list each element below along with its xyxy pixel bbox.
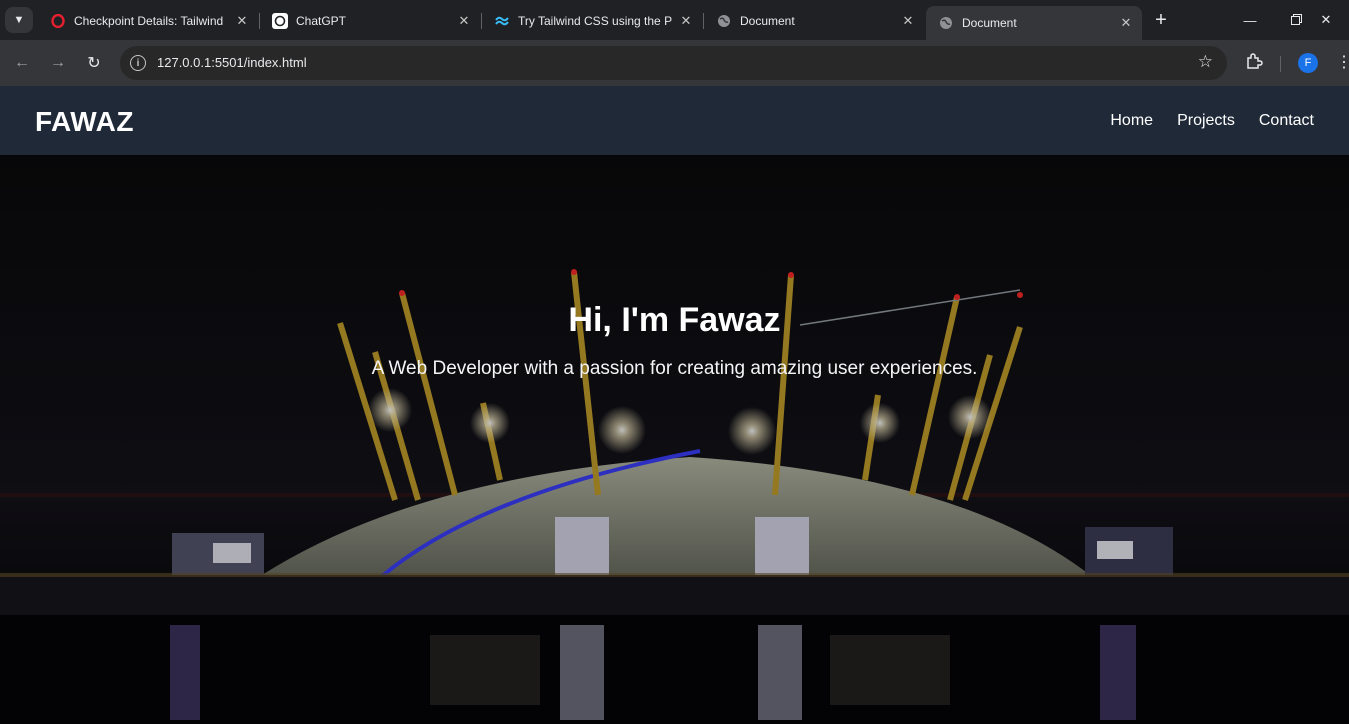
- hero-background-image: [0, 155, 1349, 724]
- tab-document-2[interactable]: Document ✕: [926, 6, 1142, 40]
- tab-tailwind[interactable]: Try Tailwind CSS using the Pl ✕: [482, 6, 702, 36]
- nav-link-projects[interactable]: Projects: [1177, 112, 1235, 130]
- star-icon[interactable]: ☆: [1198, 52, 1213, 72]
- site-navbar: FAWAZ Home Projects Contact: [0, 86, 1349, 155]
- plus-icon: +: [1155, 8, 1167, 31]
- chevron-down-icon: ▼: [13, 14, 25, 26]
- reload-icon: ↻: [87, 55, 101, 72]
- address-bar[interactable]: i 127.0.0.1:5501/index.html ☆: [120, 46, 1227, 80]
- minimize-icon: —: [1243, 12, 1257, 28]
- browser-toolbar: ← → ↻ i 127.0.0.1:5501/index.html ☆ F ⋮: [0, 40, 1349, 86]
- tab-title: Document: [740, 14, 795, 28]
- back-button[interactable]: ←: [10, 51, 34, 75]
- tab-title: Try Tailwind CSS using the Pl: [518, 14, 672, 28]
- globe-icon: [938, 15, 954, 31]
- forward-button[interactable]: →: [46, 51, 70, 75]
- hero-title: Hi, I'm Fawaz: [568, 301, 781, 339]
- url-text[interactable]: 127.0.0.1:5501/index.html: [157, 55, 307, 70]
- close-icon: ✕: [1320, 12, 1332, 27]
- profile-avatar[interactable]: F: [1298, 53, 1318, 73]
- puzzle-icon: [1245, 52, 1263, 75]
- tab-strip: ▼ Checkpoint Details: Tailwind ✕ ChatGPT…: [0, 0, 1349, 40]
- close-icon[interactable]: ✕: [900, 13, 916, 29]
- close-icon[interactable]: ✕: [678, 13, 694, 29]
- tab-title: Checkpoint Details: Tailwind: [74, 14, 224, 28]
- tab-title: Document: [962, 16, 1017, 30]
- chatgpt-icon: [272, 13, 288, 29]
- globe-icon: [716, 13, 732, 29]
- close-icon[interactable]: ✕: [1118, 15, 1134, 31]
- close-icon[interactable]: ✕: [456, 13, 472, 29]
- close-window-button[interactable]: ✕: [1303, 0, 1349, 40]
- opera-icon: [50, 13, 66, 29]
- toolbar-divider: [1280, 56, 1281, 72]
- tab-chatgpt[interactable]: ChatGPT ✕: [260, 6, 480, 36]
- nav-link-contact[interactable]: Contact: [1259, 112, 1314, 130]
- reload-button[interactable]: ↻: [82, 51, 106, 75]
- tab-checkpoint[interactable]: Checkpoint Details: Tailwind ✕: [38, 6, 258, 36]
- page-viewport: FAWAZ Home Projects Contact Hi, I'm Fawa…: [0, 86, 1349, 724]
- hero-section: Hi, I'm Fawaz A Web Developer with a pas…: [0, 155, 1349, 724]
- arrow-left-icon: ←: [14, 54, 30, 71]
- new-tab-button[interactable]: +: [1150, 9, 1172, 31]
- minimize-button[interactable]: —: [1227, 0, 1273, 40]
- arrow-right-icon: →: [50, 54, 66, 71]
- nav-links: Home Projects Contact: [1110, 112, 1314, 130]
- info-icon[interactable]: i: [130, 55, 146, 71]
- nav-link-home[interactable]: Home: [1110, 112, 1153, 130]
- tab-title: ChatGPT: [296, 14, 347, 28]
- tab-document-1[interactable]: Document ✕: [704, 6, 924, 36]
- hero-subtitle: A Web Developer with a passion for creat…: [371, 358, 978, 379]
- tab-search-button[interactable]: ▼: [5, 7, 33, 33]
- extensions-button[interactable]: [1243, 52, 1265, 74]
- close-icon[interactable]: ✕: [234, 13, 250, 29]
- site-logo[interactable]: FAWAZ: [35, 106, 134, 138]
- menu-dots-icon[interactable]: ⋮: [1336, 52, 1349, 72]
- restore-icon: [1290, 13, 1302, 28]
- tailwind-icon: [494, 13, 510, 29]
